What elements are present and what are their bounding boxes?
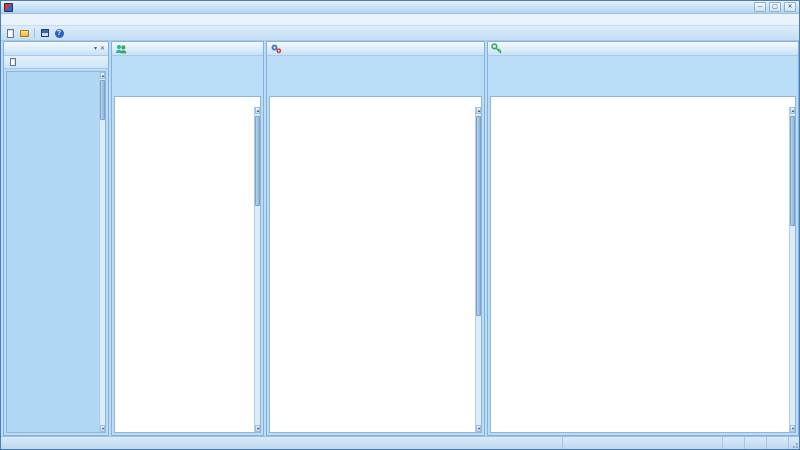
tree-tool-button[interactable] bbox=[7, 57, 18, 68]
panel-identity-groups: ▾ ✕ ▲ ▼ bbox=[3, 41, 109, 436]
identities-filters bbox=[114, 56, 261, 96]
scroll-down-icon[interactable]: ▼ bbox=[100, 425, 105, 432]
scroll-up-icon[interactable]: ▲ bbox=[476, 107, 481, 114]
status-ready bbox=[1, 437, 563, 449]
status-num bbox=[745, 437, 767, 449]
scrollbar-thumb[interactable] bbox=[790, 116, 795, 226]
identity-group-tree bbox=[7, 72, 99, 432]
help-button[interactable]: ? bbox=[53, 27, 65, 39]
scrollbar-thumb[interactable] bbox=[476, 116, 481, 316]
open-button[interactable] bbox=[18, 27, 30, 39]
new-document-button[interactable] bbox=[4, 27, 16, 39]
scroll-up-icon[interactable]: ▲ bbox=[255, 107, 260, 114]
toolbar: ? bbox=[1, 26, 799, 41]
roles-table-body bbox=[270, 107, 475, 432]
identity-groups-toolbar bbox=[4, 56, 108, 69]
status-caps bbox=[723, 437, 745, 449]
roles-icon bbox=[271, 44, 282, 54]
scrollbar-thumb[interactable] bbox=[100, 80, 105, 120]
identities-table-body bbox=[115, 107, 254, 432]
close-button[interactable]: ✕ bbox=[784, 2, 796, 12]
maximize-button[interactable]: ▢ bbox=[769, 2, 781, 12]
help-icon: ? bbox=[54, 28, 64, 38]
panel-permissions: ▲ ▼ bbox=[487, 41, 799, 436]
identities-icon bbox=[116, 44, 127, 53]
resize-grip[interactable] bbox=[789, 437, 799, 449]
menu-bar bbox=[1, 14, 799, 26]
permissions-table-body bbox=[491, 107, 789, 432]
scroll-up-icon[interactable]: ▲ bbox=[100, 72, 105, 79]
permissions-scrollbar[interactable]: ▲ ▼ bbox=[789, 107, 795, 432]
status-user bbox=[563, 437, 723, 449]
workspace: ▾ ✕ ▲ ▼ ▲ ▼ ▲ ▼ ▲ ▼ bbox=[1, 41, 799, 436]
permissions-table-header bbox=[491, 97, 795, 107]
open-folder-icon bbox=[19, 29, 29, 37]
roles-table: ▲ ▼ bbox=[269, 96, 482, 433]
status-bar bbox=[1, 436, 799, 449]
toolbar-separator bbox=[34, 28, 35, 38]
identities-table: ▲ ▼ bbox=[114, 96, 261, 433]
permissions-table: ▲ ▼ bbox=[490, 96, 796, 433]
panel-identities: ▲ ▼ bbox=[111, 41, 264, 436]
identities-scrollbar[interactable]: ▲ ▼ bbox=[254, 107, 260, 432]
roles-table-header bbox=[270, 97, 481, 107]
identities-table-header bbox=[115, 97, 260, 107]
minimize-button[interactable]: ─ bbox=[754, 2, 766, 12]
identity-group-tree-wrap: ▲ ▼ bbox=[6, 71, 106, 433]
scroll-down-icon[interactable]: ▼ bbox=[790, 425, 795, 432]
scroll-up-icon[interactable]: ▲ bbox=[790, 107, 795, 114]
permissions-filters bbox=[490, 56, 796, 96]
scroll-down-icon[interactable]: ▼ bbox=[255, 425, 260, 432]
identities-header bbox=[112, 42, 263, 56]
scroll-down-icon[interactable]: ▼ bbox=[476, 425, 481, 432]
close-panel-icon[interactable]: ✕ bbox=[100, 46, 105, 52]
status-scroll bbox=[767, 437, 789, 449]
roles-header bbox=[267, 42, 484, 56]
panel-roles: ▲ ▼ bbox=[266, 41, 485, 436]
app-window: ─ ▢ ✕ ? ▾ ✕ ▲ ▼ ▲ ▼ ▲ ▼ ▲ ▼ bbox=[0, 0, 800, 450]
title-bar: ─ ▢ ✕ bbox=[1, 1, 799, 14]
permissions-header bbox=[488, 42, 798, 56]
pin-icon[interactable]: ▾ bbox=[94, 46, 97, 52]
app-icon bbox=[4, 2, 13, 12]
permissions-icon bbox=[491, 43, 502, 54]
tree-scrollbar[interactable]: ▲ ▼ bbox=[99, 72, 105, 432]
roles-filters bbox=[269, 56, 482, 96]
identity-groups-header: ▾ ✕ bbox=[4, 42, 108, 56]
new-document-icon bbox=[6, 28, 14, 38]
save-icon bbox=[41, 29, 49, 37]
tree-tool-icon bbox=[9, 58, 16, 66]
save-button[interactable] bbox=[39, 27, 51, 39]
roles-scrollbar[interactable]: ▲ ▼ bbox=[475, 107, 481, 432]
scrollbar-thumb[interactable] bbox=[255, 116, 260, 206]
